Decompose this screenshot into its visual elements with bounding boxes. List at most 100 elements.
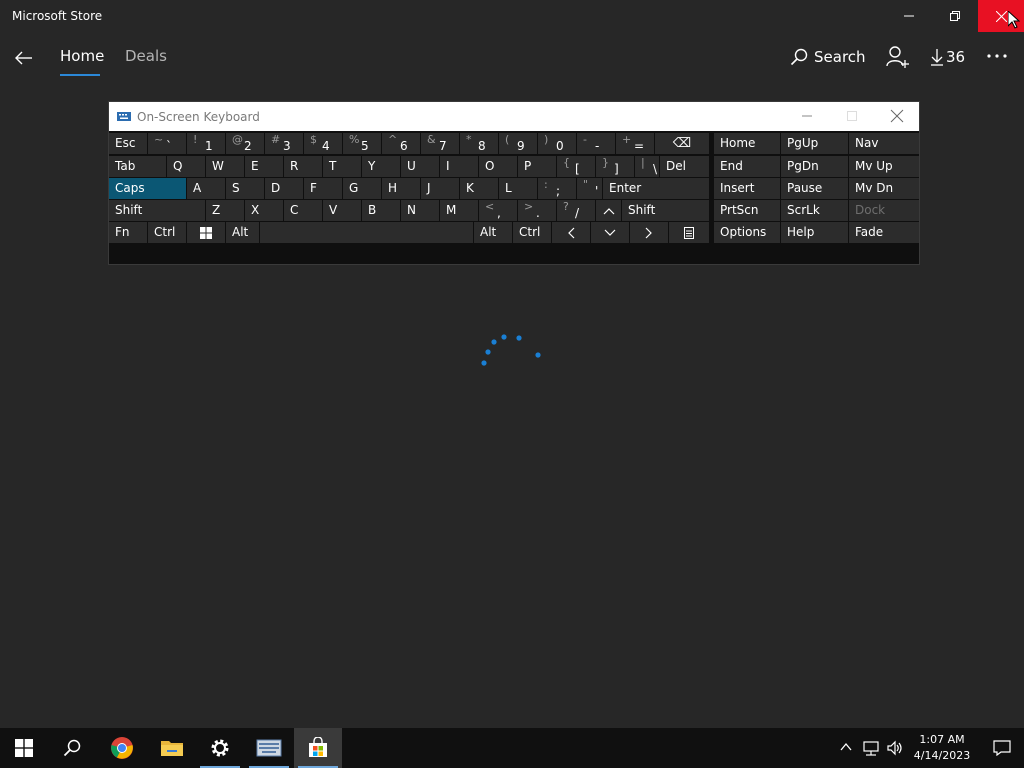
volume-icon[interactable] — [886, 739, 904, 757]
key--[interactable]: -- — [577, 133, 615, 154]
key-o[interactable]: O — [479, 156, 517, 177]
tab-home[interactable]: Home — [60, 47, 104, 65]
key-windows[interactable] — [187, 222, 225, 243]
key-left-arrow[interactable] — [552, 222, 590, 243]
key-insert[interactable]: Insert — [714, 178, 780, 199]
key-\[interactable]: | \ — [635, 156, 659, 177]
start-button[interactable] — [0, 728, 48, 768]
key-options[interactable]: Options — [714, 222, 780, 243]
key-⌫[interactable]: ⌫ — [655, 133, 709, 154]
key-z[interactable]: Z — [206, 200, 244, 221]
key-home[interactable]: Home — [714, 133, 780, 154]
key-u[interactable]: U — [401, 156, 439, 177]
key-m[interactable]: M — [440, 200, 478, 221]
key-p[interactable]: P — [518, 156, 556, 177]
key-scrlk[interactable]: ScrLk — [781, 200, 848, 221]
osk-minimize-button[interactable] — [799, 108, 815, 124]
key-esc[interactable]: Esc — [109, 133, 147, 154]
key-;[interactable]: :; — [538, 178, 576, 199]
osk-maximize-button[interactable] — [844, 108, 860, 124]
key-end[interactable]: End — [714, 156, 780, 177]
key-q[interactable]: Q — [167, 156, 205, 177]
key-n[interactable]: N — [401, 200, 439, 221]
key-mv-up[interactable]: Mv Up — [849, 156, 919, 177]
key-pause[interactable]: Pause — [781, 178, 848, 199]
key-1[interactable]: ! 1 — [187, 133, 225, 154]
key-v[interactable]: V — [323, 200, 361, 221]
taskbar-on-screen-keyboard[interactable] — [245, 728, 293, 768]
key-space[interactable] — [260, 222, 473, 243]
key-prtscn[interactable]: PrtScn — [714, 200, 780, 221]
back-button[interactable] — [8, 42, 40, 74]
key-0[interactable]: ) 0 — [538, 133, 576, 154]
taskbar-microsoft-store[interactable] — [294, 728, 342, 768]
key-[[interactable]: {[ — [557, 156, 595, 177]
tab-deals[interactable]: Deals — [125, 47, 167, 65]
key-a[interactable]: A — [187, 178, 225, 199]
key-shift[interactable]: Shift — [109, 200, 205, 221]
key-j[interactable]: J — [421, 178, 459, 199]
key-5[interactable]: % 5 — [343, 133, 381, 154]
key-shift[interactable]: Shift — [622, 200, 709, 221]
key-3[interactable]: #3 — [265, 133, 303, 154]
account-button[interactable] — [884, 44, 910, 70]
key-i[interactable]: I — [440, 156, 478, 177]
key-down-arrow[interactable] — [591, 222, 629, 243]
key-fn[interactable]: Fn — [109, 222, 147, 243]
osk-close-button[interactable] — [889, 108, 905, 124]
key-tab[interactable]: Tab — [109, 156, 166, 177]
taskbar-settings[interactable] — [196, 728, 244, 768]
key-up-arrow[interactable] — [596, 200, 621, 221]
key-k[interactable]: K — [460, 178, 498, 199]
key-g[interactable]: G — [343, 178, 381, 199]
key-c[interactable]: C — [284, 200, 322, 221]
key-][interactable]: }] — [596, 156, 634, 177]
key-nav[interactable]: Nav — [849, 133, 919, 154]
key-=[interactable]: + = — [616, 133, 654, 154]
osk-title-bar[interactable]: On-Screen Keyboard — [109, 102, 919, 131]
key-pgup[interactable]: PgUp — [781, 133, 848, 154]
key-dock[interactable]: Dock — [849, 200, 919, 221]
key-2[interactable]: @2 — [226, 133, 264, 154]
key-r[interactable]: R — [284, 156, 322, 177]
key-.[interactable]: >. — [518, 200, 556, 221]
key-menu[interactable] — [669, 222, 709, 243]
key-help[interactable]: Help — [781, 222, 848, 243]
restore-button[interactable] — [932, 0, 978, 32]
search-button[interactable]: Search — [790, 44, 866, 70]
key-f[interactable]: F — [304, 178, 342, 199]
key-pgdn[interactable]: PgDn — [781, 156, 848, 177]
minimize-button[interactable] — [886, 0, 932, 32]
key-fade[interactable]: Fade — [849, 222, 919, 243]
key-6[interactable]: ^ 6 — [382, 133, 420, 154]
key-d[interactable]: D — [265, 178, 303, 199]
clock-date[interactable]: 4/14/2023 — [912, 748, 972, 764]
key-/[interactable]: ? / — [557, 200, 595, 221]
key-ctrl[interactable]: Ctrl — [148, 222, 186, 243]
key-9[interactable]: (9 — [499, 133, 537, 154]
taskbar-chrome[interactable] — [98, 728, 146, 768]
key-b[interactable]: B — [362, 200, 400, 221]
taskbar-search-button[interactable] — [48, 728, 96, 768]
downloads-button[interactable]: 36 — [930, 44, 965, 70]
clock-time[interactable]: 1:07 AM — [912, 732, 972, 748]
key-alt[interactable]: Alt — [226, 222, 259, 243]
action-center-button[interactable] — [980, 728, 1024, 768]
key-7[interactable]: & 7 — [421, 133, 459, 154]
key-w[interactable]: W — [206, 156, 244, 177]
key-enter[interactable]: Enter — [603, 178, 709, 199]
chevron-up-icon[interactable] — [840, 742, 852, 752]
key-'[interactable]: " ' — [577, 178, 602, 199]
taskbar-file-explorer[interactable] — [148, 728, 196, 768]
key-right-arrow[interactable] — [630, 222, 668, 243]
key-mv-dn[interactable]: Mv Dn — [849, 178, 919, 199]
key-e[interactable]: E — [245, 156, 283, 177]
key-t[interactable]: T — [323, 156, 361, 177]
key-x[interactable]: X — [245, 200, 283, 221]
key-,[interactable]: <, — [479, 200, 517, 221]
key-8[interactable]: * 8 — [460, 133, 498, 154]
key-alt[interactable]: Alt — [474, 222, 512, 243]
key-h[interactable]: H — [382, 178, 420, 199]
key-y[interactable]: Y — [362, 156, 400, 177]
key-caps[interactable]: Caps — [109, 178, 186, 199]
